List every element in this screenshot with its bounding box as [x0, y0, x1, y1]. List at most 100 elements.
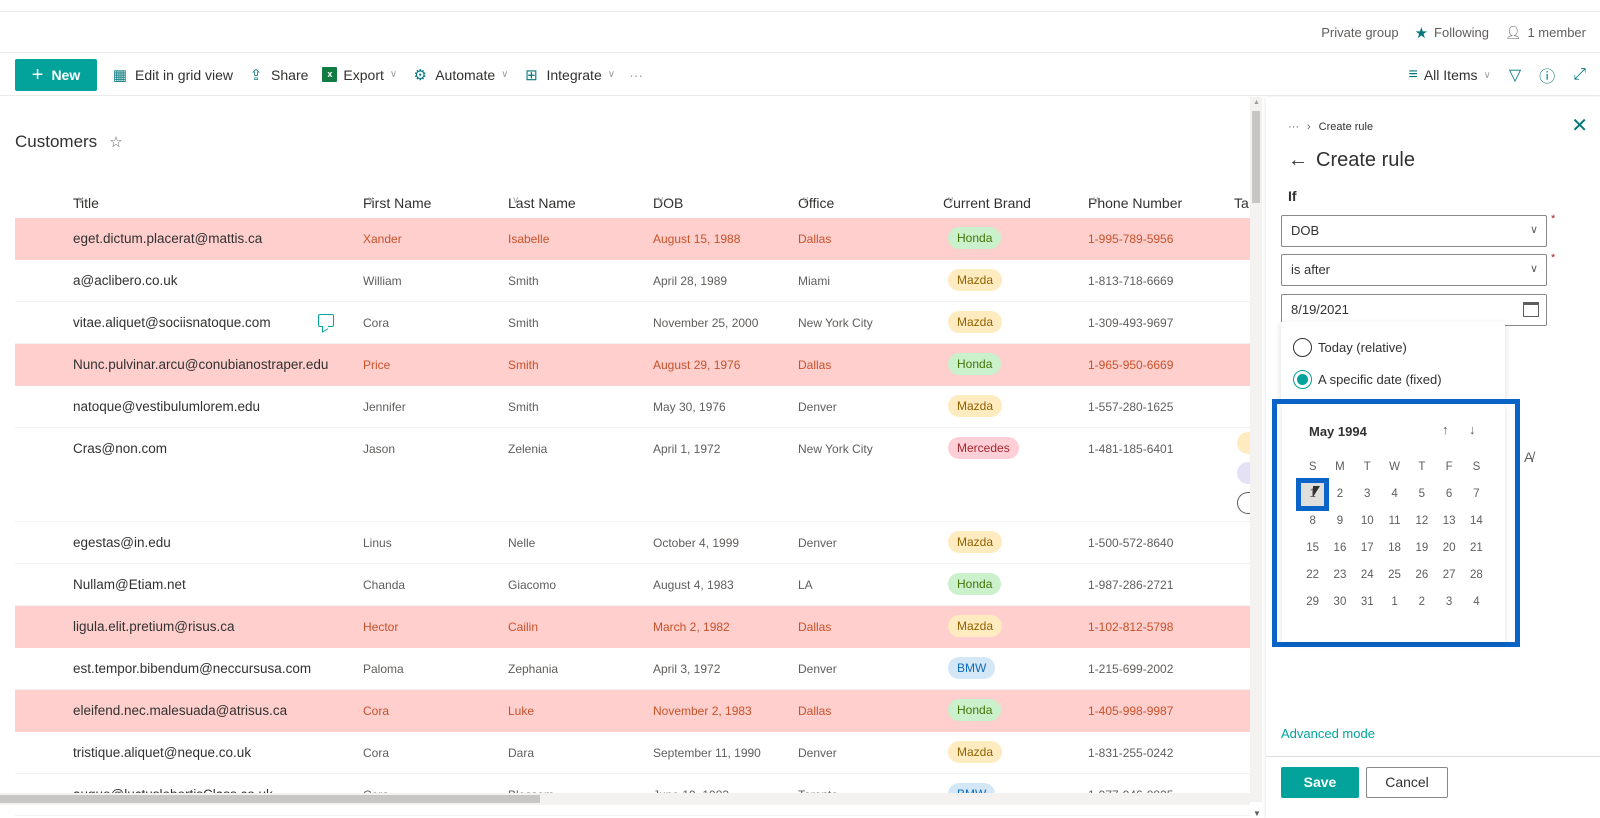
calendar-day[interactable]: 6	[1435, 481, 1462, 508]
expand-icon[interactable]: ⤢	[1573, 66, 1586, 84]
table-row[interactable]: a@aclibero.co.uk William Smith April 28, 19…	[15, 260, 1250, 302]
calendar-icon[interactable]	[1523, 302, 1539, 317]
cell-title[interactable]: tristique.aliquet@neque.co.uk	[73, 745, 251, 760]
cell-title[interactable]: Nunc.pulvinar.arcu@conubianostraper.edu	[73, 357, 328, 372]
calendar-day[interactable]: 22	[1299, 562, 1326, 589]
calendar-day[interactable]: 15	[1299, 535, 1326, 562]
calendar-day[interactable]: 5	[1408, 481, 1435, 508]
cell-first: Jason	[363, 442, 396, 456]
cell-title[interactable]: eleifend.nec.malesuada@atrisus.ca	[73, 703, 287, 718]
operator-dropdown[interactable]: is after ∨	[1281, 254, 1547, 286]
cell-title[interactable]: vitae.aliquet@sociisnatoque.com	[73, 315, 271, 330]
calendar-day[interactable]: 12	[1408, 508, 1435, 535]
table-row[interactable]: est.tempor.bibendum@neccursusa.com Paloma…	[15, 648, 1250, 690]
calendar-day[interactable]: 9	[1326, 508, 1353, 535]
table-row[interactable]: tristique.aliquet@neque.co.uk Cora Dara Sep…	[15, 732, 1250, 774]
scroll-down-icon[interactable]: ▼	[1253, 809, 1261, 818]
new-button[interactable]: + New	[15, 58, 97, 91]
table-row[interactable]: vitae.aliquet@sociisnatoque.com Cora Smith…	[15, 302, 1250, 344]
table-row[interactable]: Nunc.pulvinar.arcu@conubianostraper.edu P…	[15, 344, 1250, 386]
calendar-day[interactable]: 7	[1463, 481, 1490, 508]
table-row[interactable]: Nullam@Etiam.net Chanda Giacomo August 4, 1…	[15, 564, 1250, 606]
save-button[interactable]: Save	[1281, 767, 1359, 798]
more-button[interactable]: ···	[629, 67, 643, 83]
calendar-day[interactable]: 27	[1435, 562, 1462, 589]
calendar-day[interactable]: 4	[1463, 589, 1490, 616]
cell-title[interactable]: Cras@non.com	[73, 441, 167, 456]
comment-icon[interactable]	[318, 314, 334, 327]
arrow-up-icon[interactable]: ↑	[1442, 422, 1449, 437]
calendar-day[interactable]: 16	[1326, 535, 1353, 562]
cell-dob: August 15, 1988	[653, 232, 741, 246]
arrow-down-icon[interactable]: ↓	[1469, 422, 1476, 437]
cell-title[interactable]: ligula.elit.pretium@risus.ca	[73, 619, 235, 634]
calendar-day[interactable]: 2	[1326, 481, 1353, 508]
brand-pill: Mazda	[948, 395, 1003, 417]
back-arrow-icon[interactable]: ←	[1288, 149, 1308, 172]
close-icon[interactable]: ✕	[1571, 113, 1588, 138]
calendar-day[interactable]: 2	[1408, 589, 1435, 616]
calendar-day[interactable]: 10	[1354, 508, 1381, 535]
calendar-day[interactable]: 17	[1354, 535, 1381, 562]
list-rows: eget.dictum.placerat@mattis.ca Xander Isab…	[15, 218, 1255, 816]
export-button[interactable]: x Export ∨	[322, 67, 397, 83]
view-selector[interactable]: ≡ All Items ∨	[1409, 66, 1491, 84]
calendar-day[interactable]: 28	[1463, 562, 1490, 589]
table-row[interactable]: natoque@vestibulumlorem.edu Jennifer Smith…	[15, 386, 1250, 428]
cell-title[interactable]: a@aclibero.co.uk	[73, 273, 178, 288]
table-row[interactable]: eget.dictum.placerat@mattis.ca Xander Isab…	[15, 218, 1250, 260]
filter-icon[interactable]: ▽	[1509, 65, 1521, 85]
cell-title[interactable]: egestas@in.edu	[73, 535, 171, 550]
info-icon[interactable]: ⓘ	[1539, 63, 1555, 87]
table-row[interactable]: eleifend.nec.malesuada@atrisus.ca Cora Luk…	[15, 690, 1250, 732]
calendar-day[interactable]: 23	[1326, 562, 1353, 589]
scroll-up-icon[interactable]: ▲	[1253, 99, 1260, 106]
vertical-scrollbar[interactable]: ▲ ▼	[1250, 97, 1262, 818]
table-row[interactable]: Cras@non.com Jason Zelenia April 1, 1972 New…	[15, 428, 1255, 522]
table-row[interactable]: ligula.elit.pretium@risus.ca Hector Cailin…	[15, 606, 1250, 648]
calendar-day[interactable]: 25	[1381, 562, 1408, 589]
calendar-day[interactable]: 24	[1354, 562, 1381, 589]
share-button[interactable]: ⇪ Share	[247, 66, 309, 84]
cell-title[interactable]: natoque@vestibulumlorem.edu	[73, 399, 260, 414]
breadcrumb-more[interactable]: ···	[1288, 121, 1299, 133]
calendar-day[interactable]: 13	[1435, 508, 1462, 535]
automate-button[interactable]: ⚙ Automate ∨	[411, 66, 508, 84]
calendar-day[interactable]: 19	[1408, 535, 1435, 562]
integrate-button[interactable]: ⊞ Integrate ∨	[522, 66, 615, 84]
calendar-day[interactable]: 29	[1299, 589, 1326, 616]
calendar-day[interactable]: 1	[1381, 589, 1408, 616]
calendar-day[interactable]: 3	[1354, 481, 1381, 508]
calendar-day[interactable]: 18	[1381, 535, 1408, 562]
cancel-button[interactable]: Cancel	[1366, 767, 1448, 798]
calendar-day[interactable]: 11	[1381, 508, 1408, 535]
following-button[interactable]: ★ Following	[1415, 24, 1489, 42]
cell-first: Jennifer	[363, 400, 406, 414]
calendar-day[interactable]: 26	[1408, 562, 1435, 589]
scrollbar-thumb[interactable]	[0, 795, 540, 803]
horizontal-scrollbar[interactable]	[0, 793, 1250, 805]
calendar-day[interactable]: 20	[1435, 535, 1462, 562]
radio-specific-date[interactable]: A specific date (fixed)	[1293, 370, 1442, 389]
format-painter-icon[interactable]: A̸	[1524, 449, 1533, 465]
cell-title[interactable]: Nullam@Etiam.net	[73, 577, 186, 592]
calendar-day[interactable]: 21	[1463, 535, 1490, 562]
calendar-month-label[interactable]: May 1994	[1309, 424, 1367, 439]
edit-grid-button[interactable]: ▦ Edit in grid view	[111, 66, 233, 84]
chevron-down-icon: ∨	[77, 195, 85, 206]
calendar-day[interactable]: 8	[1299, 508, 1326, 535]
calendar-day[interactable]: 31	[1354, 589, 1381, 616]
advanced-mode-link[interactable]: Advanced mode	[1281, 726, 1375, 741]
cell-title[interactable]: est.tempor.bibendum@neccursusa.com	[73, 661, 311, 676]
calendar-day[interactable]: 30	[1326, 589, 1353, 616]
calendar-day[interactable]: 14	[1463, 508, 1490, 535]
members-button[interactable]: 👤︎ 1 member	[1505, 25, 1586, 41]
table-row[interactable]: egestas@in.edu Linus Nelle October 4, 1999 D…	[15, 522, 1250, 564]
cell-title[interactable]: eget.dictum.placerat@mattis.ca	[73, 231, 262, 246]
calendar-day[interactable]: 3	[1435, 589, 1462, 616]
calendar-day[interactable]: 4	[1381, 481, 1408, 508]
radio-today[interactable]: Today (relative)	[1293, 338, 1407, 357]
column-dropdown[interactable]: DOB ∨	[1281, 215, 1547, 247]
favorite-star-icon[interactable]: ☆	[109, 133, 122, 151]
scrollbar-thumb[interactable]	[1252, 111, 1260, 203]
